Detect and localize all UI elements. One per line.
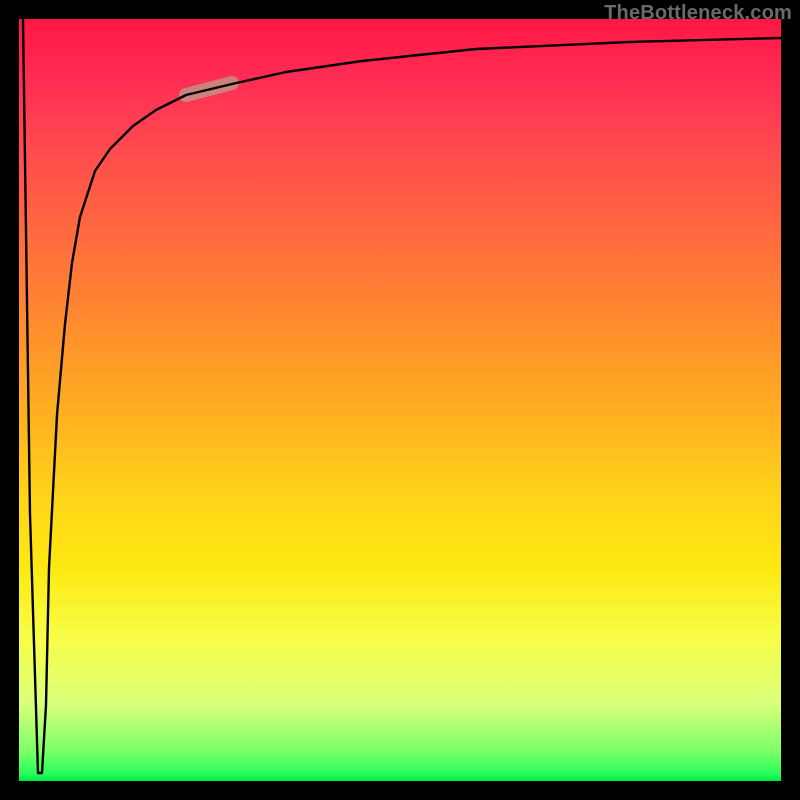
- chart-container: TheBottleneck.com: [0, 0, 800, 800]
- plot-area: [19, 19, 781, 781]
